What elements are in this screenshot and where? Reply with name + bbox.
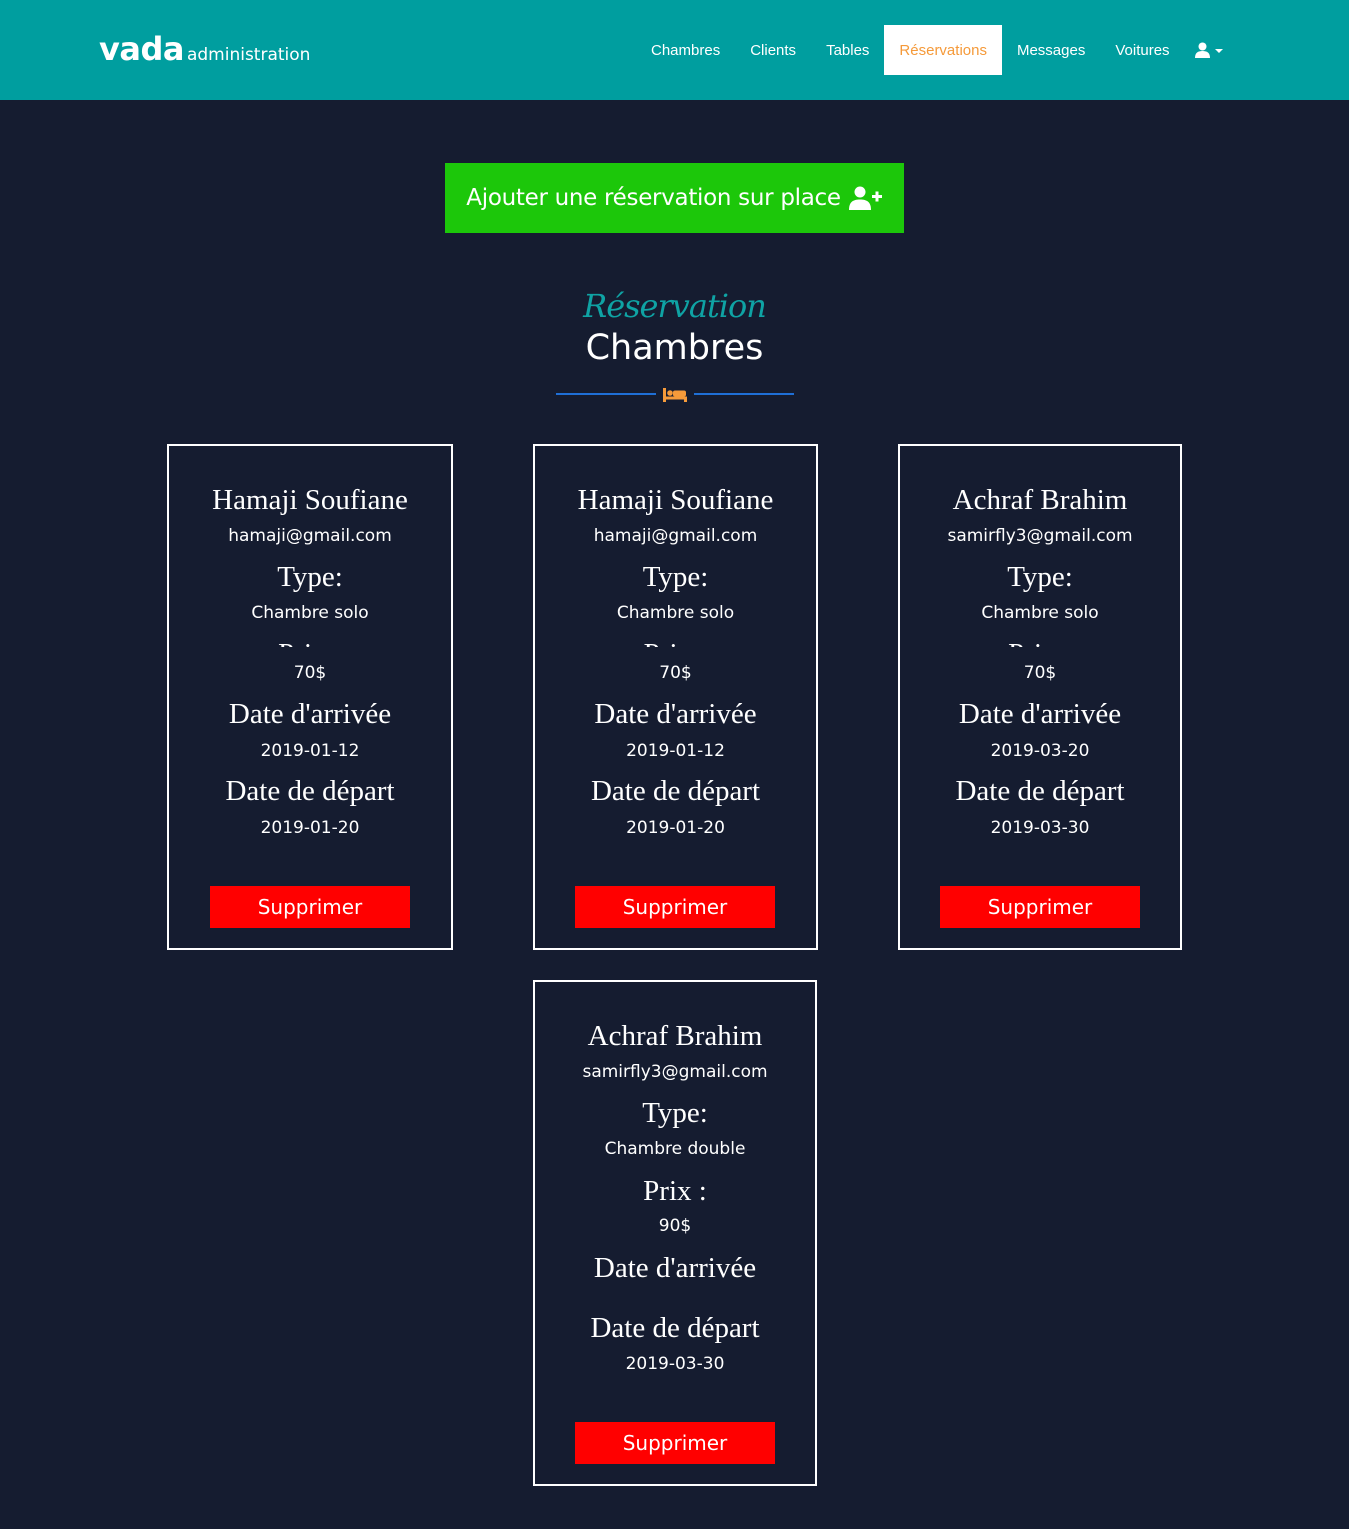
- departure-date: 2019-01-20: [260, 818, 360, 838]
- room-type: Chambre solo: [251, 603, 369, 623]
- user-menu-toggle[interactable]: [1185, 25, 1235, 75]
- price-label: Prix :: [643, 1175, 707, 1207]
- arrival-date: 2019-01-12: [260, 741, 360, 761]
- arrival-label: Date d'arrivée: [228, 698, 392, 730]
- room-price: 70$: [659, 663, 692, 683]
- delete-button[interactable]: Supprimer: [575, 1422, 775, 1464]
- guest-email: hamaji@gmail.com: [228, 526, 392, 546]
- nav-item-messages[interactable]: Messages: [1002, 25, 1100, 75]
- type-label: Type:: [642, 561, 709, 593]
- guest-name: Achraf Brahim: [587, 1020, 763, 1052]
- arrival-label: Date d'arrivée: [594, 698, 757, 730]
- delete-button[interactable]: Supprimer: [575, 886, 775, 928]
- arrival-date: 2019-01-12: [626, 741, 725, 761]
- departure-label: Date de départ: [955, 775, 1125, 807]
- room-type: Chambre double: [604, 1139, 746, 1159]
- delete-button[interactable]: Supprimer: [940, 886, 1140, 928]
- brand-sub: administration: [186, 45, 311, 65]
- departure-label: Date de départ: [225, 775, 395, 807]
- type-label: Type:: [1007, 561, 1073, 593]
- main-nav: Chambres Clients Tables Réservations Mes…: [636, 25, 1235, 75]
- section-title: Chambres: [585, 328, 764, 368]
- departure-date: 2019-03-30: [990, 818, 1090, 838]
- price-label: Prix :: [535, 637, 816, 647]
- price-label: Prix :: [169, 637, 451, 647]
- price-label: Prix :: [900, 637, 1180, 647]
- type-label: Type:: [277, 561, 343, 593]
- user-icon: [1194, 42, 1210, 58]
- delete-button[interactable]: Supprimer: [210, 886, 410, 928]
- arrival-date: 2019-03-20: [990, 741, 1090, 761]
- room-price: 70$: [293, 663, 327, 683]
- room-type: Chambre solo: [616, 603, 735, 623]
- guest-email: samirfly3@gmail.com: [947, 526, 1133, 546]
- departure-date: 2019-03-30: [625, 1354, 725, 1374]
- reservation-card: Hamaji Soufiane hamaji@gmail.com Type: C…: [533, 444, 818, 950]
- brand-logo[interactable]: vada administration: [99, 30, 310, 68]
- guest-email: samirfly3@gmail.com: [582, 1062, 768, 1082]
- add-button-label: Ajouter une réservation sur place: [466, 185, 841, 211]
- user-plus-icon: [848, 186, 882, 210]
- section-divider: [556, 384, 794, 404]
- room-price: 90$: [658, 1216, 692, 1236]
- divider-line-right: [694, 393, 794, 395]
- room-type: Chambre solo: [981, 603, 1099, 623]
- nav-item-clients[interactable]: Clients: [735, 25, 811, 75]
- navbar: vada administration Chambres Clients Tabl…: [0, 0, 1349, 100]
- departure-label: Date de départ: [590, 1312, 760, 1344]
- add-onsite-reservation-button[interactable]: Ajouter une réservation sur place: [445, 163, 904, 233]
- type-label: Type:: [642, 1097, 708, 1129]
- section-heading: Réservation Chambres: [0, 287, 1349, 369]
- room-price: 70$: [1023, 663, 1057, 683]
- departure-label: Date de départ: [590, 775, 761, 807]
- arrival-label: Date d'arrivée: [958, 698, 1122, 730]
- brand-main: vada: [99, 30, 184, 68]
- departure-date: 2019-01-20: [626, 818, 725, 838]
- reservation-card: Hamaji Soufiane hamaji@gmail.com Type: C…: [167, 444, 453, 950]
- guest-name: Hamaji Soufiane: [212, 484, 408, 516]
- arrival-label: Date d'arrivée: [593, 1252, 757, 1284]
- nav-item-reservations[interactable]: Réservations: [884, 25, 1002, 75]
- bed-icon: [663, 388, 687, 402]
- divider-line-left: [556, 393, 656, 395]
- guest-email: hamaji@gmail.com: [593, 526, 758, 546]
- reservation-card: Achraf Brahim samirfly3@gmail.com Type: …: [533, 980, 817, 1486]
- reservation-card: Achraf Brahim samirfly3@gmail.com Type: …: [898, 444, 1182, 950]
- guest-name: Achraf Brahim: [952, 484, 1128, 516]
- nav-item-voitures[interactable]: Voitures: [1100, 25, 1184, 75]
- guest-name: Hamaji Soufiane: [577, 484, 774, 516]
- nav-item-tables[interactable]: Tables: [811, 25, 884, 75]
- nav-item-chambres[interactable]: Chambres: [636, 25, 735, 75]
- caret-down-icon: [1214, 49, 1223, 53]
- section-subheading: Réservation: [583, 287, 767, 325]
